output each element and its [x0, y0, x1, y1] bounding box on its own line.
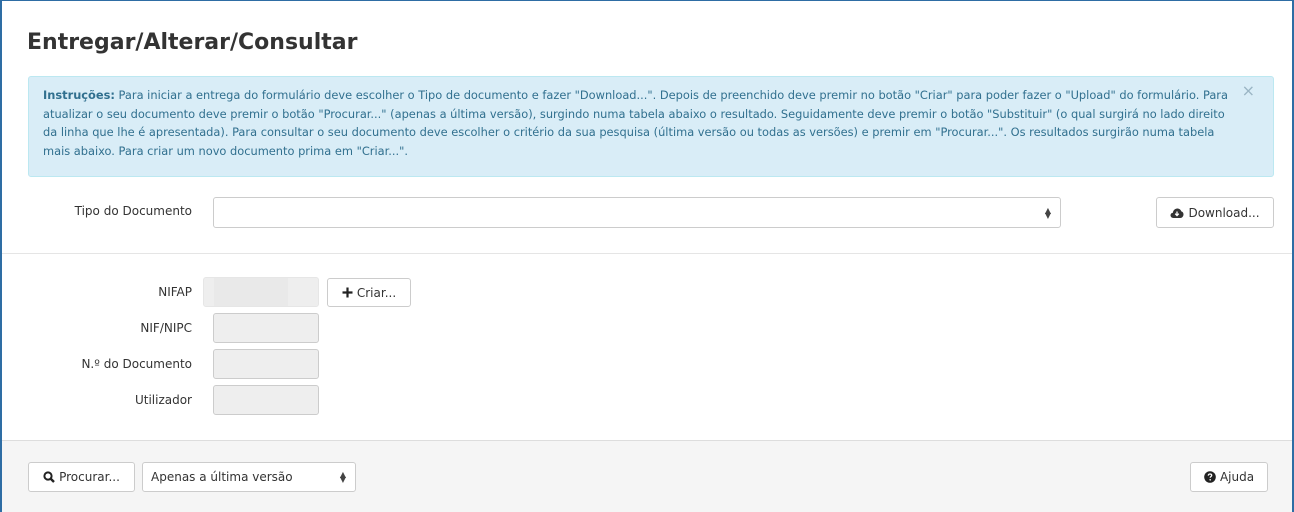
nif-nipc-label: NIF/NIPC — [140, 321, 192, 335]
close-icon[interactable]: × — [1242, 83, 1255, 99]
procurar-button-label: Procurar... — [59, 470, 120, 484]
numero-documento-field[interactable] — [213, 349, 319, 379]
cloud-download-icon — [1170, 207, 1184, 219]
sort-caret-icon: ▲ ▼ — [339, 470, 346, 484]
ajuda-button-label: Ajuda — [1219, 470, 1255, 484]
plus-icon — [342, 287, 353, 298]
nifap-label: NIFAP — [158, 285, 192, 299]
question-circle-icon — [1204, 471, 1216, 483]
download-button[interactable]: Download... — [1156, 197, 1274, 228]
ajuda-button[interactable]: Ajuda — [1190, 462, 1268, 492]
alert-text: Para iniciar a entrega do formulário dev… — [43, 88, 1228, 158]
version-select-value: Apenas a última versão — [151, 470, 293, 484]
version-select[interactable]: Apenas a última versão ▲ ▼ — [142, 462, 356, 492]
utilizador-label: Utilizador — [134, 393, 192, 407]
procurar-button[interactable]: Procurar... — [28, 462, 135, 492]
tipo-documento-select[interactable]: ▲ ▼ — [213, 197, 1061, 228]
page-title: Entregar/Alterar/Consultar — [27, 30, 358, 55]
search-icon — [43, 471, 55, 483]
alert-label: Instruções: — [43, 88, 115, 102]
instructions-alert: Instruções: Para iniciar a entrega do fo… — [28, 76, 1274, 177]
alert-body: Instruções: Para iniciar a entrega do fo… — [43, 88, 1228, 158]
utilizador-field[interactable] — [213, 385, 319, 415]
nifap-field-inner — [214, 278, 288, 306]
nif-nipc-field[interactable] — [213, 313, 319, 343]
criar-button-label: Criar... — [356, 285, 397, 300]
sort-caret-icon: ▲ ▼ — [1044, 205, 1051, 220]
download-button-label: Download... — [1188, 205, 1260, 220]
form-divider — [2, 253, 1292, 254]
nifap-field[interactable] — [203, 277, 319, 307]
tipo-documento-label: Tipo do Documento — [74, 204, 192, 218]
numero-documento-label: N.º do Documento — [81, 357, 192, 371]
criar-button[interactable]: Criar... — [327, 278, 411, 307]
